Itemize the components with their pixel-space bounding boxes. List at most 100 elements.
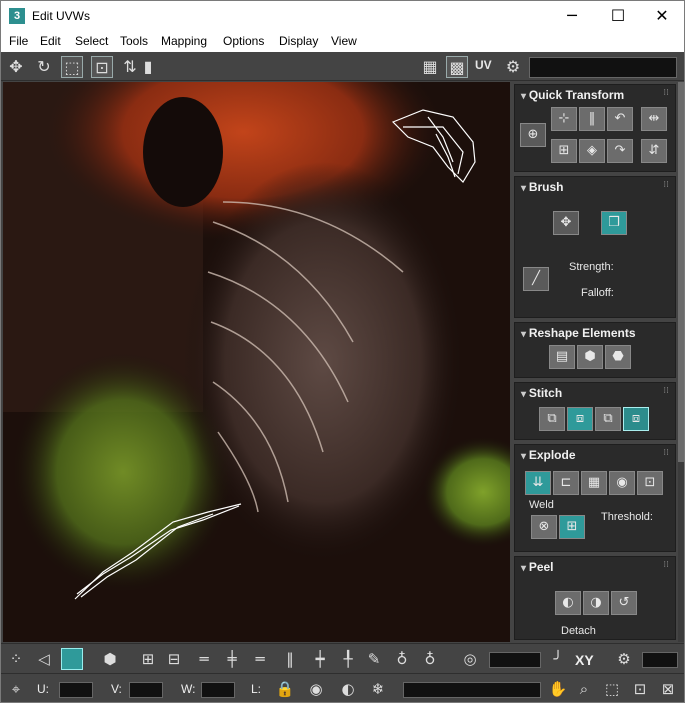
- lock-icon[interactable]: 🔒: [274, 678, 296, 700]
- loop-select-icon[interactable]: ═: [193, 648, 215, 670]
- panel-scrollbar[interactable]: [678, 82, 684, 642]
- menu-file[interactable]: File: [9, 34, 28, 48]
- settings-icon[interactable]: ⚙: [613, 648, 635, 670]
- face-select-icon[interactable]: [61, 648, 83, 670]
- menu-edit[interactable]: Edit: [40, 34, 61, 48]
- rotate-ccw-icon[interactable]: ↶: [607, 107, 633, 131]
- u-field[interactable]: [59, 682, 93, 698]
- minimize-button[interactable]: ─: [549, 1, 595, 31]
- scale-icon[interactable]: ⬚: [61, 56, 83, 78]
- rotate-icon[interactable]: ↻: [33, 56, 55, 78]
- quick-peel-icon[interactable]: ◐: [555, 591, 581, 615]
- menu-display[interactable]: Display: [279, 34, 318, 48]
- v-field[interactable]: [129, 682, 163, 698]
- reset-peel-icon[interactable]: ↺: [611, 591, 637, 615]
- move-icon[interactable]: ✥: [5, 56, 27, 78]
- w-field[interactable]: [201, 682, 235, 698]
- hand-icon[interactable]: ✋: [547, 678, 569, 700]
- show-hidden-icon[interactable]: ◉: [305, 678, 327, 700]
- settings-icon[interactable]: ⚙: [502, 56, 524, 78]
- flip-icon[interactable]: ▮: [137, 56, 159, 78]
- close-button[interactable]: ✕: [639, 1, 684, 31]
- lasso-alt-icon[interactable]: ♁: [419, 648, 441, 670]
- stitch-average-icon[interactable]: ⧉: [595, 407, 621, 431]
- uv-space-label[interactable]: UV: [475, 58, 492, 72]
- stitch-title[interactable]: Stitch: [521, 386, 562, 400]
- space-vertical-icon[interactable]: ⇵: [641, 139, 667, 163]
- relax-brush-icon[interactable]: ❒: [601, 211, 627, 235]
- shrink-select-icon[interactable]: ⊟: [163, 648, 185, 670]
- explode-title[interactable]: Explode: [521, 448, 576, 462]
- weld-label: Weld: [529, 499, 554, 511]
- element-select-icon[interactable]: ⬢: [99, 648, 121, 670]
- frame-selected-icon[interactable]: ⊠: [657, 678, 679, 700]
- value-field-a[interactable]: [489, 652, 541, 668]
- panel-scroll-thumb[interactable]: [678, 82, 684, 462]
- grip-icon[interactable]: ⁞⁞: [663, 560, 669, 570]
- freeform-icon[interactable]: ⊡: [91, 56, 113, 78]
- edge-loop-icon[interactable]: ═: [249, 648, 271, 670]
- peel-title[interactable]: Peel: [521, 560, 554, 574]
- menu-options[interactable]: Options: [223, 34, 264, 48]
- zoom-extents-icon[interactable]: ⊡: [629, 678, 651, 700]
- straighten-icon[interactable]: ▤: [549, 345, 575, 369]
- maximize-button[interactable]: ☐: [595, 1, 641, 31]
- weld-selected-icon[interactable]: ⊗: [531, 515, 557, 539]
- space-horizontal-icon[interactable]: ⇹: [641, 107, 667, 131]
- l-field[interactable]: [403, 682, 541, 698]
- grip-icon[interactable]: ⁞⁞: [663, 88, 669, 98]
- falloff-curve-icon[interactable]: ╯: [547, 648, 569, 670]
- pivot-icon[interactable]: ⊕: [520, 123, 546, 147]
- snap-icon[interactable]: ◎: [459, 648, 481, 670]
- checker-icon[interactable]: ▩: [446, 56, 468, 78]
- uv-viewport[interactable]: [3, 82, 510, 642]
- align-to-edge-icon[interactable]: ⊞: [551, 139, 577, 163]
- break-icon[interactable]: ⊡: [637, 471, 663, 495]
- flatten-icon[interactable]: ⬣: [605, 345, 631, 369]
- zoom-region-icon[interactable]: ⬚: [601, 678, 623, 700]
- soft-select-icon[interactable]: ╀: [337, 648, 359, 670]
- paint-select-icon[interactable]: ✎: [363, 648, 385, 670]
- grip-icon[interactable]: ⁞⁞: [663, 448, 669, 458]
- stitch-to-target-icon[interactable]: ⧈: [567, 407, 593, 431]
- break-by-hard-edges-icon[interactable]: ◉: [609, 471, 635, 495]
- value-field-b[interactable]: [642, 652, 678, 668]
- freeze-icon[interactable]: ❄: [367, 678, 389, 700]
- transform-mode-icon[interactable]: ⌖: [5, 678, 27, 700]
- menu-mapping[interactable]: Mapping: [161, 34, 207, 48]
- distribute-icon[interactable]: ◈: [579, 139, 605, 163]
- menu-view[interactable]: View: [331, 34, 357, 48]
- stitch-to-source-icon[interactable]: ⧈: [623, 407, 649, 431]
- grip-icon[interactable]: ⁞⁞: [663, 386, 669, 396]
- menu-select[interactable]: Select: [75, 34, 108, 48]
- stitch-custom-icon[interactable]: ⧉: [539, 407, 565, 431]
- weld-all-icon[interactable]: ⊞: [559, 515, 585, 539]
- ring-select-icon[interactable]: ╪: [221, 648, 243, 670]
- reshape-elements-title[interactable]: Reshape Elements: [521, 326, 636, 340]
- edge-select-icon[interactable]: ◁: [33, 648, 55, 670]
- edge-ring-icon[interactable]: ‖: [279, 648, 301, 670]
- menu-tools[interactable]: Tools: [120, 34, 148, 48]
- grip-icon[interactable]: ⁞⁞: [663, 180, 669, 190]
- rotate-cw-icon[interactable]: ↷: [607, 139, 633, 163]
- break-by-polygroups-icon[interactable]: ⇊: [525, 471, 551, 495]
- vertex-select-icon[interactable]: ⁘: [5, 648, 27, 670]
- brush-title[interactable]: Brush: [521, 180, 564, 194]
- zoom-icon[interactable]: ⌕: [573, 678, 595, 700]
- select-by-icon[interactable]: ┿: [309, 648, 331, 670]
- align-vertical-icon[interactable]: ‖: [579, 107, 605, 131]
- map-dropdown[interactable]: [529, 57, 677, 78]
- align-horizontal-icon[interactable]: ⊹: [551, 107, 577, 131]
- brush-shape-icon[interactable]: ╱: [523, 267, 549, 291]
- paint-move-icon[interactable]: ✥: [553, 211, 579, 235]
- lasso-icon[interactable]: ♁: [391, 648, 413, 670]
- break-by-material-icon[interactable]: ▦: [581, 471, 607, 495]
- peel-mode-icon[interactable]: ◑: [583, 591, 609, 615]
- relax-icon[interactable]: ⬢: [577, 345, 603, 369]
- quick-transform-title[interactable]: Quick Transform: [521, 88, 624, 102]
- hide-icon[interactable]: ◐: [337, 678, 359, 700]
- xy-toggle[interactable]: XY: [575, 652, 594, 668]
- break-by-smoothing-icon[interactable]: ⊏: [553, 471, 579, 495]
- grow-select-icon[interactable]: ⊞: [137, 648, 159, 670]
- checker-pattern-icon[interactable]: ▦: [419, 56, 441, 78]
